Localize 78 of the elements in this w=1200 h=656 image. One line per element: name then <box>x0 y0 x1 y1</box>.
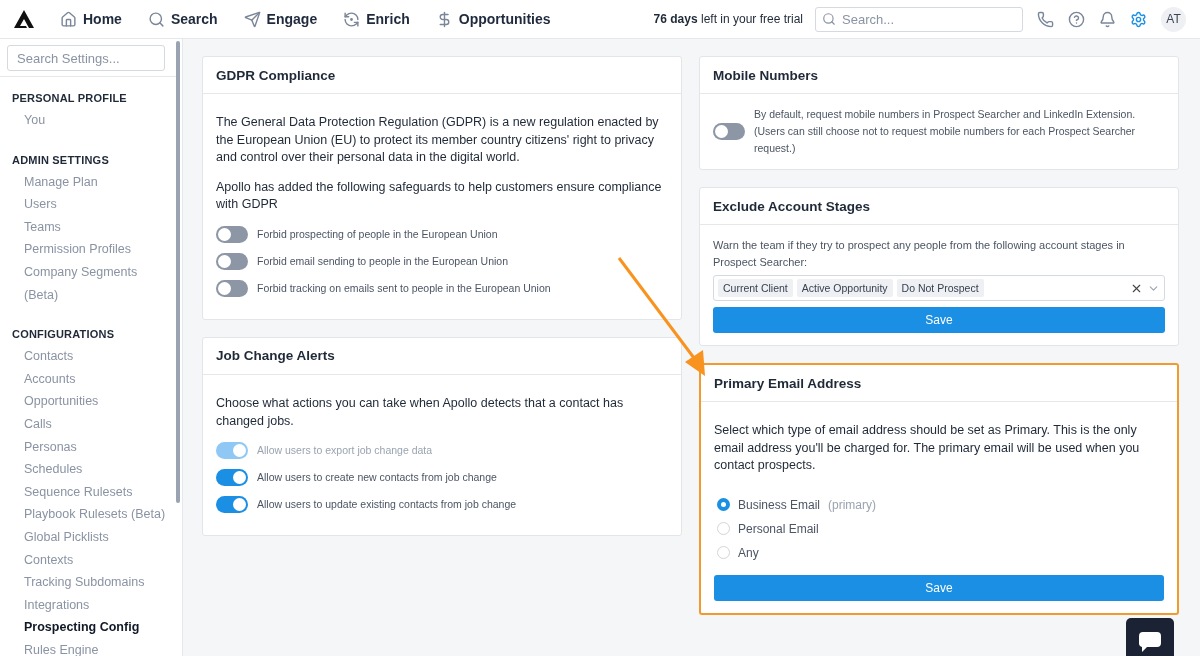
toggle-switch[interactable] <box>216 469 248 487</box>
sidebar-item[interactable]: Playbook Rulesets (Beta) <box>0 503 182 526</box>
sidebar-item[interactable]: Company Segments (Beta) <box>0 260 182 307</box>
sidebar-item[interactable]: You <box>0 109 182 132</box>
radio-label: Business Email <box>738 497 821 512</box>
sidebar-item[interactable]: Contacts <box>0 345 182 368</box>
card-title: Mobile Numbers <box>700 57 1178 94</box>
nav-link[interactable]: Home <box>60 10 122 28</box>
card-description: Select which type of email address should be set as Primary. This is the only email address you'll be charged for. The primary email will be used when you contact prospects. <box>714 422 1141 475</box>
toggle-label: Forbid tracking on emails sent to people in the European Union <box>257 280 551 296</box>
toggle-label: Allow users to export job change data <box>257 443 433 459</box>
paper-plane-icon <box>243 10 261 28</box>
sidebar-item[interactable]: Sequence Rulesets <box>0 480 182 504</box>
card-description: Warn the team if they try to prospect any people from the following account stages in Prospect Searcher: <box>713 238 1126 270</box>
radio-label: Personal Email <box>738 521 819 536</box>
chat-bubble-icon <box>1139 631 1161 652</box>
toggle-label: Forbid email sending to people in the European Union <box>257 253 508 269</box>
card-description: Apollo has added the following safeguards to help customers ensure compliance with GDPR <box>216 178 663 214</box>
search-icon <box>147 10 165 28</box>
card-title: GDPR Compliance <box>203 57 681 94</box>
refresh-icon <box>343 10 361 28</box>
user-avatar[interactable]: AT <box>1161 6 1186 32</box>
sidebar-item[interactable]: Prospecting Config <box>0 616 182 639</box>
sidebar-item[interactable]: Accounts <box>0 367 182 391</box>
card-title: Primary Email Address <box>701 365 1177 402</box>
save-button[interactable]: Save <box>713 307 1165 333</box>
search-icon <box>822 11 836 26</box>
stage-select[interactable]: Current Client Active Opportunity Do Not Prospect <box>713 275 1165 301</box>
sidebar-item[interactable]: Integrations <box>0 593 182 617</box>
search-field[interactable]: Search... <box>815 6 1023 32</box>
radio-hint: (primary) <box>828 497 877 512</box>
bell-icon[interactable] <box>1099 10 1116 28</box>
sidebar-item[interactable]: Manage Plan <box>0 170 182 194</box>
sidebar-item[interactable]: Teams <box>0 215 182 239</box>
sidebar-item[interactable]: Personas <box>0 435 182 459</box>
toggle-switch[interactable] <box>216 496 248 514</box>
sidebar-item[interactable]: Calls <box>0 412 182 436</box>
toggle-switch[interactable] <box>713 123 745 140</box>
card-title: Exclude Account Stages <box>700 188 1178 225</box>
toggle-label: Forbid prospecting of people in the European Union <box>257 226 498 242</box>
help-icon[interactable] <box>1068 10 1085 28</box>
toggle-label: By default, request mobile numbers in Prospect Searcher and LinkedIn Extension. (Users can still choose not to request mobile numbers for each Prospect Searcher request.) <box>754 107 1137 156</box>
save-button[interactable]: Save <box>714 574 1164 601</box>
stage-tag: Do Not Prospect <box>896 279 984 297</box>
toggle-switch[interactable] <box>216 225 248 243</box>
toggle-label: Allow users to create new contacts from job change <box>257 470 497 486</box>
phone-icon[interactable] <box>1037 10 1054 28</box>
settings-icon[interactable] <box>1130 10 1147 28</box>
radio-label: Any <box>738 545 759 560</box>
sidebar-item[interactable]: Tracking Subdomains <box>0 571 182 594</box>
chat-button[interactable] <box>1126 618 1174 656</box>
sidebar-item[interactable]: Contexts <box>0 548 182 572</box>
toggle-switch[interactable] <box>216 252 248 270</box>
toggle-label: Allow users to update existing contacts from job change <box>257 497 517 513</box>
settings-search-field[interactable]: Search Settings... <box>7 45 165 71</box>
logo-icon[interactable] <box>14 10 34 28</box>
stage-tag: Current Client <box>718 279 793 297</box>
sidebar-item[interactable]: Rules Engine <box>0 638 182 656</box>
sidebar-heading: ADMIN SETTINGS <box>12 153 110 166</box>
trial-notice: 76 days left in your free trial <box>653 12 803 26</box>
nav-link[interactable]: Engage <box>243 10 318 28</box>
sidebar-heading: CONFIGURATIONS <box>12 328 116 341</box>
nav-link[interactable]: Enrich <box>343 10 410 28</box>
sidebar-item[interactable]: Users <box>0 193 182 216</box>
home-icon <box>60 10 77 28</box>
card-title: Job Change Alerts <box>203 337 681 375</box>
stage-tag: Active Opportunity <box>796 279 893 297</box>
sidebar-item[interactable]: Schedules <box>0 458 182 481</box>
sidebar-item[interactable]: Global Picklists <box>0 525 182 549</box>
nav-link[interactable]: Search <box>147 10 218 28</box>
card-description: Choose what actions you can take when Apollo detects that a contact has changed jobs. <box>216 394 625 430</box>
sidebar-item[interactable]: Opportunities <box>0 390 182 413</box>
sidebar-item[interactable]: Permission Profiles <box>0 238 182 261</box>
nav-link[interactable]: Opportunities <box>435 10 551 28</box>
sidebar-heading: PERSONAL PROFILE <box>12 92 128 104</box>
radio-button[interactable] <box>717 498 730 512</box>
card-description: The General Data Protection Regulation (GDPR) is a new regulation enacted by the European Union (EU) to protect its member country citizens' right to privacy and control over their personal data in the digital world. <box>216 114 660 167</box>
toggle-switch[interactable] <box>216 279 248 297</box>
